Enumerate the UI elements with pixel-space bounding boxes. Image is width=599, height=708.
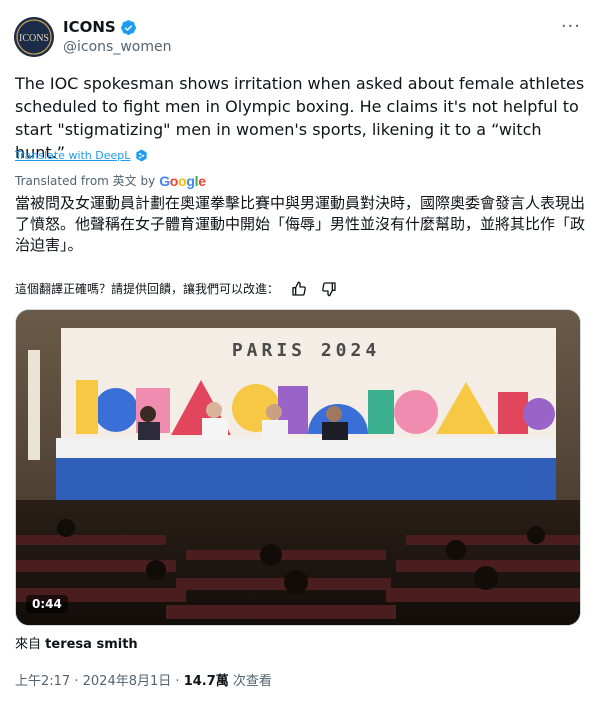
video-frame: PARIS 2024	[16, 310, 580, 625]
translate-deepl-link[interactable]: Translate with DeepL	[15, 149, 148, 162]
deepl-link-label: Translate with DeepL	[15, 149, 131, 162]
tweet-meta: 上午2:17 · 2024年8月1日 · 14.7萬 次查看	[15, 670, 272, 689]
tweet-time[interactable]: 上午2:17	[15, 674, 70, 689]
flag	[28, 350, 40, 460]
meta-separator: ·	[175, 674, 180, 689]
tweet-date[interactable]: 2024年8月1日	[83, 674, 172, 689]
avatar-logo: ICONS	[14, 17, 54, 57]
avatar[interactable]: ICONS	[14, 17, 54, 57]
views-count: 14.7萬	[183, 674, 229, 689]
meta-separator: ·	[74, 674, 79, 689]
panel-table-top	[56, 438, 556, 458]
video-duration-badge: 0:44	[26, 595, 68, 613]
feedback-prompt: 這個翻譯正確嗎？請提供回饋，讓我們可以改進：	[15, 282, 280, 296]
deepl-icon	[136, 149, 148, 162]
display-name[interactable]: ICONS	[63, 18, 116, 36]
thumbs-up-icon[interactable]	[291, 281, 307, 297]
more-options-icon[interactable]: ···	[561, 16, 581, 37]
avatar-text: ICONS	[19, 33, 49, 44]
translated-from-label: Translated from 英文 by	[15, 174, 156, 188]
media-source-prefix: 來自	[15, 637, 42, 652]
media-source: 來自 teresa smith	[15, 633, 138, 652]
backdrop-title: PARIS 2024	[232, 340, 380, 361]
views-label: 次查看	[232, 674, 272, 689]
tweet-header: ICONS ICONS @icons_women ···	[14, 14, 585, 62]
thumbs-down-icon[interactable]	[321, 281, 337, 297]
media-source-name[interactable]: teresa smith	[45, 637, 138, 652]
translated-from-row: Translated from 英文 by Google	[15, 172, 206, 189]
panel-table-front	[56, 458, 556, 500]
google-logo: Google	[159, 172, 206, 189]
translated-text: 當被問及女運動員計劃在奧運拳擊比賽中與男運動員對決時，國際奧委會發言人表現出了憤…	[15, 194, 586, 254]
handle[interactable]: @icons_women	[63, 39, 171, 55]
display-name-row: ICONS	[63, 18, 137, 36]
translation-feedback-row: 這個翻譯正確嗎？請提供回饋，讓我們可以改進：	[15, 280, 337, 297]
video-player[interactable]: PARIS 2024 0:44	[15, 309, 581, 626]
verified-badge-icon	[120, 19, 136, 35]
